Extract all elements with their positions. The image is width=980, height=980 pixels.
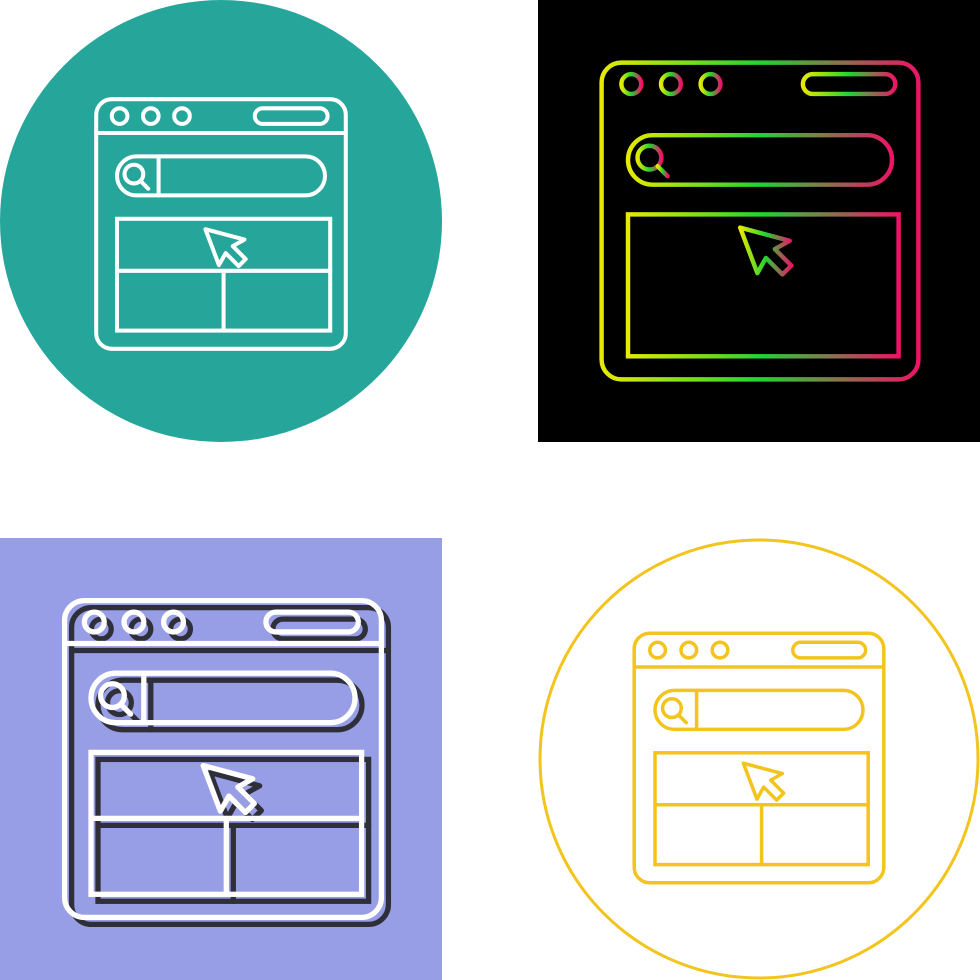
website-icon-yellow — [538, 538, 980, 980]
website-icon-shadow — [0, 538, 442, 980]
website-icon-gradient — [538, 0, 980, 442]
icon-set-sheet — [0, 0, 980, 980]
teal-circle-background — [0, 0, 442, 442]
icon-set-canvas — [0, 0, 980, 980]
black-square-background — [538, 0, 980, 442]
yellow-circle-outline — [538, 538, 980, 980]
website-icon-teal — [0, 0, 442, 442]
